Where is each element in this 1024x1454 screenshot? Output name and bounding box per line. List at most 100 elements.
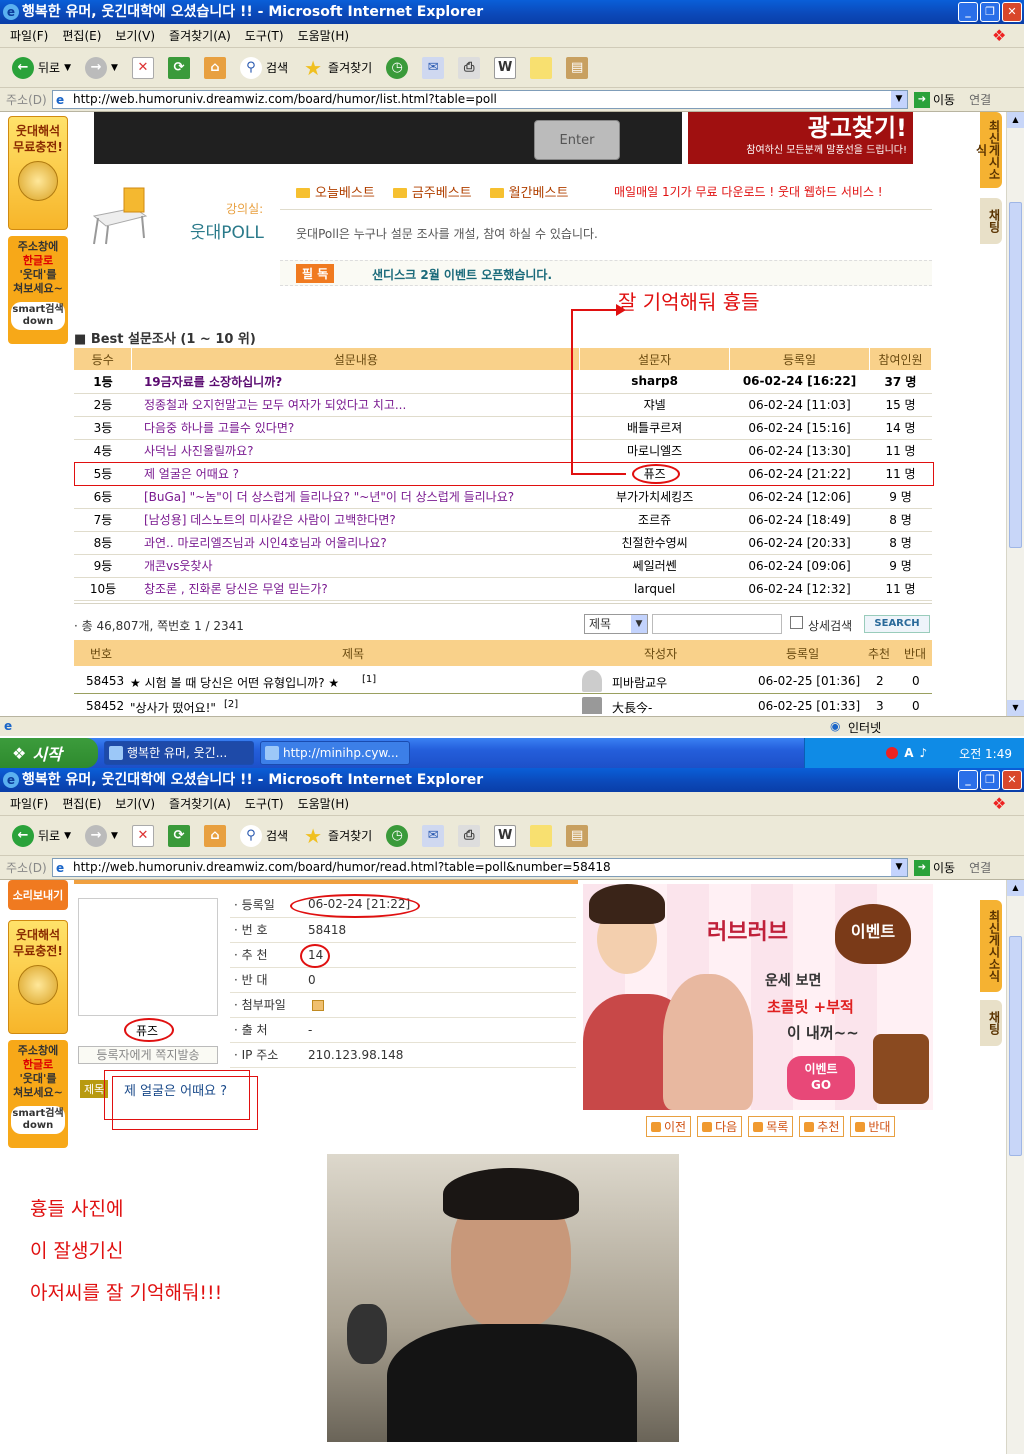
home-button[interactable]: ⌂ <box>200 821 230 851</box>
cell-question[interactable]: 정종철과 오지헌말고는 모두 여자가 되었다고 치고... <box>131 393 580 417</box>
menu-file[interactable]: 파일(F) <box>10 795 48 812</box>
print-button[interactable]: ⎙ <box>454 53 484 83</box>
cell-question[interactable]: 19금자료를 소장하십니까? <box>131 370 580 394</box>
detail-search-checkbox[interactable] <box>790 616 803 629</box>
minimize-button[interactable]: _ <box>958 770 978 790</box>
menu-view[interactable]: 보기(V) <box>115 27 155 44</box>
cell-question[interactable]: [남성용] 데스노트의 미사같은 사람이 고백한다면? <box>131 508 580 532</box>
send-message-button[interactable]: 등록자에게 쪽지발송 <box>78 1046 218 1064</box>
close-button[interactable]: ✕ <box>1002 770 1022 790</box>
table-row[interactable]: 58452 "상사가 떴어요!" [2] 大長今- 06-02-25 [01:3… <box>74 695 932 714</box>
tray-icon[interactable] <box>886 747 899 759</box>
oppose-button[interactable]: 반대 <box>850 1116 896 1137</box>
event-ad[interactable]: 러브러브 이벤트 운세 보면 초콜릿 +부적 이 내꺼~~ 이벤트 GO <box>583 884 933 1110</box>
prev-button[interactable]: 이전 <box>646 1116 692 1137</box>
recommend-button[interactable]: 추천 <box>799 1116 845 1137</box>
home-button[interactable]: ⌂ <box>200 53 230 83</box>
notice-link[interactable]: 샌디스크 2월 이벤트 오픈했습니다. <box>372 266 552 283</box>
note-button[interactable] <box>526 821 556 851</box>
favorites-button[interactable]: ★ 즐겨찾기 <box>298 53 376 83</box>
address-input[interactable]: http://web.humoruniv.dreamwiz.com/board/… <box>52 858 908 877</box>
tab-today-best[interactable]: 오늘베스트 <box>296 182 375 201</box>
menu-help[interactable]: 도움말(H) <box>298 27 350 44</box>
list-button[interactable]: 목록 <box>748 1116 794 1137</box>
table-row[interactable]: 6등 [BuGa] "~놈"이 더 상스럽게 들리나요? "~년"이 더 상스럽게… <box>74 485 932 509</box>
scroll-thumb[interactable] <box>1009 202 1022 548</box>
menu-tools[interactable]: 도구(T) <box>245 795 284 812</box>
taskbar-item-browser1[interactable]: 행복한 유머, 웃긴... <box>104 741 254 765</box>
scroll-up-icon[interactable]: ▲ <box>1007 880 1024 896</box>
forward-button[interactable]: → ▼ <box>81 821 122 851</box>
favorites-button[interactable]: ★ 즐겨찾기 <box>298 821 376 851</box>
ad-banner[interactable]: 광고찾기! 참여하신 모든분께 말풍선을 드립니다! <box>688 112 913 164</box>
ime-icon[interactable]: A <box>904 746 913 760</box>
back-button[interactable]: ← 뒤로 ▼ <box>8 821 75 851</box>
attachment-icon[interactable] <box>312 1000 324 1011</box>
research-button[interactable]: ▤ <box>562 821 592 851</box>
mail-button[interactable]: ✉ <box>418 821 448 851</box>
side-ad-korean[interactable]: 주소창에 한글로 '웃대'를 쳐보세요~ smart검색 down <box>8 1040 68 1148</box>
menu-view[interactable]: 보기(V) <box>115 795 155 812</box>
links-button[interactable]: 연결 <box>969 91 991 108</box>
right-tab-chat[interactable]: 채팅 <box>980 1000 1002 1046</box>
side-ad-korean[interactable]: 주소창에 한글로 '웃대'를 쳐보세요~ smart검색 down <box>8 236 68 344</box>
close-button[interactable]: ✕ <box>1002 2 1022 22</box>
scroll-down-icon[interactable]: ▼ <box>1007 700 1024 716</box>
menu-favorites[interactable]: 즐겨찾기(A) <box>169 795 231 812</box>
promo-link[interactable]: 매일매일 1기가 무료 다운로드 ! 웃대 웹하드 서비스 ! <box>614 183 883 200</box>
cell-question[interactable]: 과연.. 마로리엘즈님과 시인4호님과 어울리나요? <box>131 531 580 555</box>
taskbar-item-browser2[interactable]: http://minihp.cyw... <box>260 741 410 765</box>
go-button[interactable]: ➜ 이동 <box>914 859 955 876</box>
table-row[interactable]: 9등 개콘vs웃찾사 쎄일러쎈 06-02-24 [09:06] 9 명 <box>74 554 932 578</box>
table-row[interactable]: 4등 사덕님 사진올릴까요? 마로니엘즈 06-02-24 [13:30] 11 명 <box>74 439 932 463</box>
next-button[interactable]: 다음 <box>697 1116 743 1137</box>
menu-help[interactable]: 도움말(H) <box>298 795 350 812</box>
links-button[interactable]: 연결 <box>969 859 991 876</box>
table-row[interactable]: 58453 ★ 시험 볼 때 당신은 어떤 유형입니까? ★ [1] 피바람교우… <box>74 668 932 694</box>
restore-button[interactable]: ❐ <box>980 2 1000 22</box>
cell-question[interactable]: 사덕님 사진올릴까요? <box>131 439 580 463</box>
scroll-thumb[interactable] <box>1009 936 1022 1156</box>
history-button[interactable]: ◷ <box>382 821 412 851</box>
vertical-scrollbar[interactable]: ▲ <box>1006 880 1024 1454</box>
menu-file[interactable]: 파일(F) <box>10 27 48 44</box>
right-tab-latest[interactable]: 최신게시소식 <box>980 900 1002 992</box>
table-row[interactable]: 3등 다음중 하나를 고를수 있다면? 배틀쿠르져 06-02-24 [15:16] 1… <box>74 416 932 440</box>
right-tab-latest[interactable]: 최신게시소식 <box>974 112 1002 188</box>
right-tab-chat[interactable]: 채팅 <box>980 198 1002 244</box>
table-row[interactable]: 7등 [남성용] 데스노트의 미사같은 사람이 고백한다면? 조르쥬 06-02-24… <box>74 508 932 532</box>
refresh-button[interactable]: ⟳ <box>164 53 194 83</box>
menu-edit[interactable]: 편집(E) <box>62 27 101 44</box>
refresh-button[interactable]: ⟳ <box>164 821 194 851</box>
edit-button[interactable]: W <box>490 53 520 83</box>
search-input[interactable] <box>652 614 782 634</box>
note-button[interactable] <box>526 53 556 83</box>
side-ad-charge[interactable]: 웃대해석 무료충전! <box>8 920 68 1034</box>
stop-button[interactable]: ✕ <box>128 53 158 83</box>
history-button[interactable]: ◷ <box>382 53 412 83</box>
table-row[interactable]: 1등 19금자료를 소장하십니까? sharp8 06-02-24 [16:22] 37… <box>74 370 932 394</box>
go-button[interactable]: ➜ 이동 <box>914 91 955 108</box>
forward-button[interactable]: → ▼ <box>81 53 122 83</box>
print-button[interactable]: ⎙ <box>454 821 484 851</box>
tab-week-best[interactable]: 금주베스트 <box>393 182 472 201</box>
scroll-up-icon[interactable]: ▲ <box>1007 112 1024 128</box>
stop-button[interactable]: ✕ <box>128 821 158 851</box>
side-ad-sound[interactable]: 소리보내기 <box>8 880 68 910</box>
cell-question[interactable]: [BuGa] "~놈"이 더 상스럽게 들리나요? "~년"이 더 상스럽게 들… <box>131 485 580 509</box>
menu-tools[interactable]: 도구(T) <box>245 27 284 44</box>
search-field-select[interactable]: 제목 ▼ <box>584 614 648 634</box>
search-button[interactable]: SEARCH <box>864 615 930 633</box>
search-button[interactable]: ⚲ 검색 <box>236 53 292 83</box>
menu-edit[interactable]: 편집(E) <box>62 795 101 812</box>
edit-button[interactable]: W <box>490 821 520 851</box>
search-button[interactable]: ⚲ 검색 <box>236 821 292 851</box>
minimize-button[interactable]: _ <box>958 2 978 22</box>
start-button[interactable]: ❖ 시작 <box>0 738 98 768</box>
table-row[interactable]: 10등 창조론 , 진화론 당신은 무얼 믿는가? larquel 06-02-24 … <box>74 577 932 601</box>
ad-go-button[interactable]: 이벤트 GO <box>787 1056 855 1100</box>
address-input[interactable]: http://web.humoruniv.dreamwiz.com/board/… <box>52 90 908 109</box>
tab-month-best[interactable]: 월간베스트 <box>490 182 569 201</box>
chevron-down-icon[interactable]: ▼ <box>891 91 907 108</box>
table-row[interactable]: 2등 정종철과 오지헌말고는 모두 여자가 되었다고 치고... 쟈넬 06-02-2… <box>74 393 932 417</box>
